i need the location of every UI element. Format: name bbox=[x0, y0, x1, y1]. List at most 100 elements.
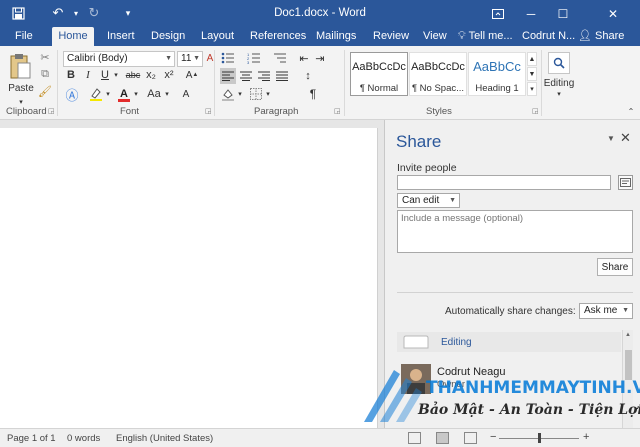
highlight-icon[interactable] bbox=[88, 86, 104, 102]
styles-scroll-down-icon[interactable]: ▼ bbox=[527, 67, 537, 81]
grow-font-icon[interactable]: A ▲ bbox=[185, 68, 199, 82]
underline-button[interactable]: U bbox=[98, 68, 112, 82]
style-no-spacing[interactable]: AaBbCcDc ¶ No Spac... bbox=[409, 52, 467, 96]
print-layout-icon[interactable] bbox=[436, 432, 449, 444]
chevron-down-icon[interactable]: ▾ bbox=[14, 98, 28, 106]
show-hide-pilcrow-button[interactable]: ¶ bbox=[306, 86, 320, 102]
scroll-thumb[interactable] bbox=[625, 350, 632, 380]
font-size-dropdown[interactable]: 11 ▼ bbox=[177, 51, 203, 67]
chevron-down-icon: ▼ bbox=[622, 307, 629, 314]
zoom-in-button[interactable]: + bbox=[583, 431, 589, 443]
shading-icon[interactable] bbox=[220, 86, 236, 102]
font-group-label: Font bbox=[120, 106, 140, 117]
user-account[interactable]: Codrut N... bbox=[522, 27, 575, 46]
proofing-language[interactable]: English (United States) bbox=[116, 433, 213, 444]
scroll-up-icon[interactable]: ▲ bbox=[625, 332, 631, 338]
pane-options-icon[interactable]: ▼ bbox=[607, 134, 615, 143]
chevron-down-icon[interactable]: ▾ bbox=[112, 68, 120, 82]
line-spacing-icon[interactable]: ↕ bbox=[300, 68, 316, 84]
bullets-icon[interactable] bbox=[220, 50, 236, 66]
title-bar: ↶ ▾ ↻ ▾ Doc1.docx - Word ─ ☐ ✕ bbox=[0, 0, 640, 27]
chevron-down-icon[interactable]: ▾ bbox=[132, 86, 140, 102]
tab-view[interactable]: View bbox=[423, 27, 447, 46]
auto-share-select[interactable]: Ask me ▼ bbox=[579, 303, 633, 319]
change-case-button[interactable]: Aa bbox=[145, 86, 163, 102]
copy-icon[interactable]: ⧉ bbox=[38, 67, 52, 81]
tell-me-box[interactable]: 💡︎ Tell me... bbox=[458, 27, 513, 46]
word-count[interactable]: 0 words bbox=[67, 433, 100, 444]
tab-review[interactable]: Review bbox=[373, 27, 409, 46]
share-button[interactable]: Share bbox=[597, 258, 633, 276]
close-button[interactable]: ✕ bbox=[598, 0, 628, 27]
bold-button[interactable]: B bbox=[64, 68, 78, 82]
message-textarea[interactable] bbox=[397, 210, 633, 253]
font-name-dropdown[interactable]: Calibri (Body) ▼ bbox=[63, 51, 175, 67]
subscript-button[interactable]: x₂ bbox=[144, 68, 158, 82]
format-painter-icon[interactable]: 🖌︎ bbox=[38, 84, 52, 98]
styles-launcher-icon[interactable]: ◲ bbox=[532, 108, 540, 116]
strikethrough-button[interactable]: abc bbox=[124, 68, 142, 82]
chevron-down-icon[interactable]: ▾ bbox=[163, 86, 171, 102]
clipboard-launcher-icon[interactable]: ◲ bbox=[48, 108, 56, 116]
paragraph-launcher-icon[interactable]: ◲ bbox=[334, 108, 342, 116]
align-right-icon[interactable] bbox=[256, 68, 272, 84]
font-color-icon[interactable]: A bbox=[116, 86, 132, 102]
multilevel-list-icon[interactable] bbox=[272, 50, 288, 66]
close-icon[interactable]: ✕ bbox=[620, 130, 631, 146]
tab-references[interactable]: References bbox=[250, 27, 306, 46]
editing-button[interactable]: Editing bbox=[542, 77, 576, 89]
tab-file[interactable]: File bbox=[15, 27, 33, 46]
minimize-button[interactable]: ─ bbox=[516, 0, 546, 27]
font-launcher-icon[interactable]: ◲ bbox=[205, 108, 213, 116]
superscript-button[interactable]: x² bbox=[162, 68, 176, 82]
web-layout-icon[interactable] bbox=[464, 432, 477, 444]
lightbulb-icon: 💡︎ bbox=[458, 30, 466, 42]
tab-mailings[interactable]: Mailings bbox=[316, 27, 356, 46]
chevron-down-icon[interactable]: ▾ bbox=[104, 86, 112, 102]
page-count[interactable]: Page 1 of 1 bbox=[7, 433, 56, 444]
increase-indent-icon[interactable]: ⇥ bbox=[312, 50, 328, 66]
tab-layout[interactable]: Layout bbox=[201, 27, 234, 46]
chevron-down-icon[interactable]: ▾ bbox=[264, 86, 272, 102]
list-item[interactable]: Codrut Neagu Owner bbox=[397, 362, 621, 396]
justify-icon[interactable] bbox=[274, 68, 290, 84]
align-center-icon[interactable] bbox=[238, 68, 254, 84]
tab-insert[interactable]: Insert bbox=[107, 27, 135, 46]
chevron-down-icon[interactable]: ▾ bbox=[552, 90, 566, 98]
share-top-button[interactable]: 👤︎ Share bbox=[578, 27, 624, 46]
maximize-button[interactable]: ☐ bbox=[548, 0, 578, 27]
style-normal[interactable]: AaBbCcDc ¶ Normal bbox=[350, 52, 408, 96]
status-bar: Page 1 of 1 0 words English (United Stat… bbox=[0, 428, 640, 447]
permission-group-label: Editing bbox=[441, 337, 472, 348]
collapse-ribbon-icon[interactable]: ⌃ bbox=[626, 106, 636, 116]
permission-select[interactable]: Can edit ▼ bbox=[397, 193, 460, 208]
style-heading-1[interactable]: AaBbCc Heading 1 bbox=[468, 52, 526, 96]
folder-icon bbox=[403, 335, 429, 349]
list-scrollbar[interactable]: ▲ bbox=[622, 330, 633, 428]
cut-icon[interactable]: ✂ bbox=[38, 50, 52, 64]
borders-icon[interactable] bbox=[248, 86, 264, 102]
read-mode-icon[interactable] bbox=[408, 432, 421, 444]
search-icon[interactable] bbox=[548, 52, 570, 74]
tab-design[interactable]: Design bbox=[151, 27, 185, 46]
character-shading-icon[interactable]: A bbox=[178, 86, 194, 102]
zoom-thumb[interactable] bbox=[538, 433, 541, 443]
text-effects-icon[interactable]: Ⓐ bbox=[64, 86, 80, 103]
styles-more-icon[interactable]: ▾ bbox=[527, 82, 537, 96]
invite-people-input[interactable] bbox=[397, 175, 611, 190]
paste-icon[interactable] bbox=[8, 52, 32, 82]
document-page[interactable] bbox=[0, 128, 378, 428]
numbering-icon[interactable]: 123 bbox=[246, 50, 262, 66]
svg-text:A: A bbox=[120, 88, 128, 100]
address-book-icon[interactable] bbox=[618, 175, 633, 190]
italic-button[interactable]: I bbox=[81, 68, 95, 82]
styles-scroll-up-icon[interactable]: ▲ bbox=[527, 52, 537, 66]
chevron-down-icon[interactable]: ▾ bbox=[236, 86, 244, 102]
zoom-out-button[interactable]: − bbox=[490, 431, 496, 443]
decrease-indent-icon[interactable]: ⇤ bbox=[296, 50, 312, 66]
permission-group-header[interactable]: Editing bbox=[397, 332, 621, 352]
paste-button[interactable]: Paste bbox=[6, 82, 36, 94]
tab-home[interactable]: Home bbox=[52, 27, 94, 46]
align-left-icon[interactable] bbox=[220, 68, 236, 84]
ribbon-display-icon[interactable] bbox=[483, 0, 513, 27]
